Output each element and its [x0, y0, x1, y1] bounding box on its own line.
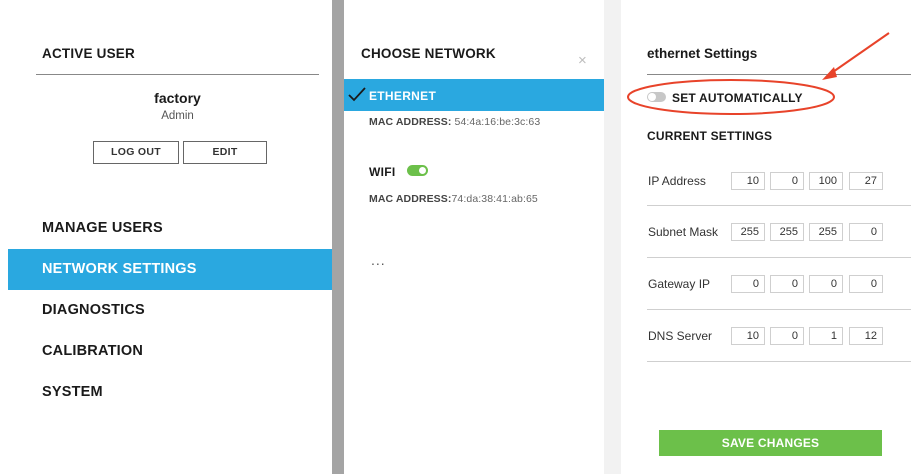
left-panel: ACTIVE USER factory Admin LOG OUT EDIT M…: [0, 0, 332, 474]
user-name: factory: [154, 90, 201, 106]
ip-octet-1[interactable]: [731, 172, 765, 190]
wifi-toggle[interactable]: [407, 165, 428, 176]
panel-divider: [332, 0, 344, 474]
settings-row-subnet-mask: Subnet Mask: [647, 206, 911, 258]
toggle-knob: [419, 167, 426, 174]
settings-row-dns-server: DNS Server: [647, 310, 911, 362]
gateway-octet-4[interactable]: [849, 275, 883, 293]
subnet-octet-3[interactable]: [809, 223, 843, 241]
toggle-knob: [648, 93, 656, 101]
choose-network-heading: CHOOSE NETWORK: [361, 46, 496, 61]
nav-item-diagnostics[interactable]: DIAGNOSTICS: [8, 290, 332, 331]
nav-item-manage-users[interactable]: MANAGE USERS: [8, 208, 332, 249]
user-role: Admin: [161, 110, 194, 122]
nav-item-system[interactable]: SYSTEM: [8, 372, 332, 413]
gateway-octet-2[interactable]: [770, 275, 804, 293]
set-automatically-label: SET AUTOMATICALLY: [672, 91, 803, 105]
set-automatically-toggle[interactable]: [647, 92, 666, 102]
active-user-heading: ACTIVE USER: [42, 46, 135, 61]
mac-address-label: MAC ADDRESS:: [369, 116, 452, 128]
gateway-octet-1[interactable]: [731, 275, 765, 293]
nav-item-calibration[interactable]: CALIBRATION: [8, 331, 332, 372]
row-label: Subnet Mask: [648, 225, 719, 239]
save-changes-button[interactable]: SAVE CHANGES: [659, 430, 882, 456]
panel-separator: [604, 0, 621, 474]
network-list-panel: CHOOSE NETWORK × ETHERNET MAC ADDRESS: 5…: [344, 0, 608, 474]
settings-heading: ethernet Settings: [647, 46, 758, 61]
network-name-ethernet[interactable]: ETHERNET: [369, 89, 436, 103]
dns-octet-2[interactable]: [770, 327, 804, 345]
mac-address-label: MAC ADDRESS:: [369, 193, 452, 205]
close-icon[interactable]: ×: [578, 53, 587, 68]
dns-octet-4[interactable]: [849, 327, 883, 345]
row-label: IP Address: [648, 174, 706, 188]
network-name-wifi[interactable]: WIFI: [369, 165, 396, 179]
gateway-octet-3[interactable]: [809, 275, 843, 293]
mac-address-value: 54:4a:16:be:3c:63: [454, 116, 541, 128]
dns-octet-1[interactable]: [731, 327, 765, 345]
mac-address-value: 74:da:38:41:ab:65: [451, 193, 538, 205]
ip-octet-4[interactable]: [849, 172, 883, 190]
more-networks-icon[interactable]: ...: [371, 252, 386, 268]
check-icon: [348, 87, 366, 102]
current-settings-heading: CURRENT SETTINGS: [647, 129, 773, 143]
subnet-octet-2[interactable]: [770, 223, 804, 241]
mac-address-ethernet: MAC ADDRESS: 54:4a:16:be:3c:63: [369, 116, 540, 128]
settings-row-ip-address: IP Address: [647, 154, 911, 206]
divider-line: [647, 74, 911, 75]
dns-octet-3[interactable]: [809, 327, 843, 345]
settings-row-gateway-ip: Gateway IP: [647, 258, 911, 310]
ip-octet-2[interactable]: [770, 172, 804, 190]
row-label: DNS Server: [648, 329, 713, 343]
settings-panel: ethernet Settings SET AUTOMATICALLY CURR…: [621, 0, 911, 474]
ip-octet-3[interactable]: [809, 172, 843, 190]
edit-user-button[interactable]: EDIT: [183, 141, 267, 164]
log-out-button[interactable]: LOG OUT: [93, 141, 179, 164]
divider-line: [36, 74, 319, 75]
subnet-octet-4[interactable]: [849, 223, 883, 241]
row-label: Gateway IP: [648, 277, 711, 291]
subnet-octet-1[interactable]: [731, 223, 765, 241]
nav-item-network-settings[interactable]: NETWORK SETTINGS: [8, 249, 332, 290]
mac-address-wifi: MAC ADDRESS:74:da:38:41:ab:65: [369, 193, 538, 205]
